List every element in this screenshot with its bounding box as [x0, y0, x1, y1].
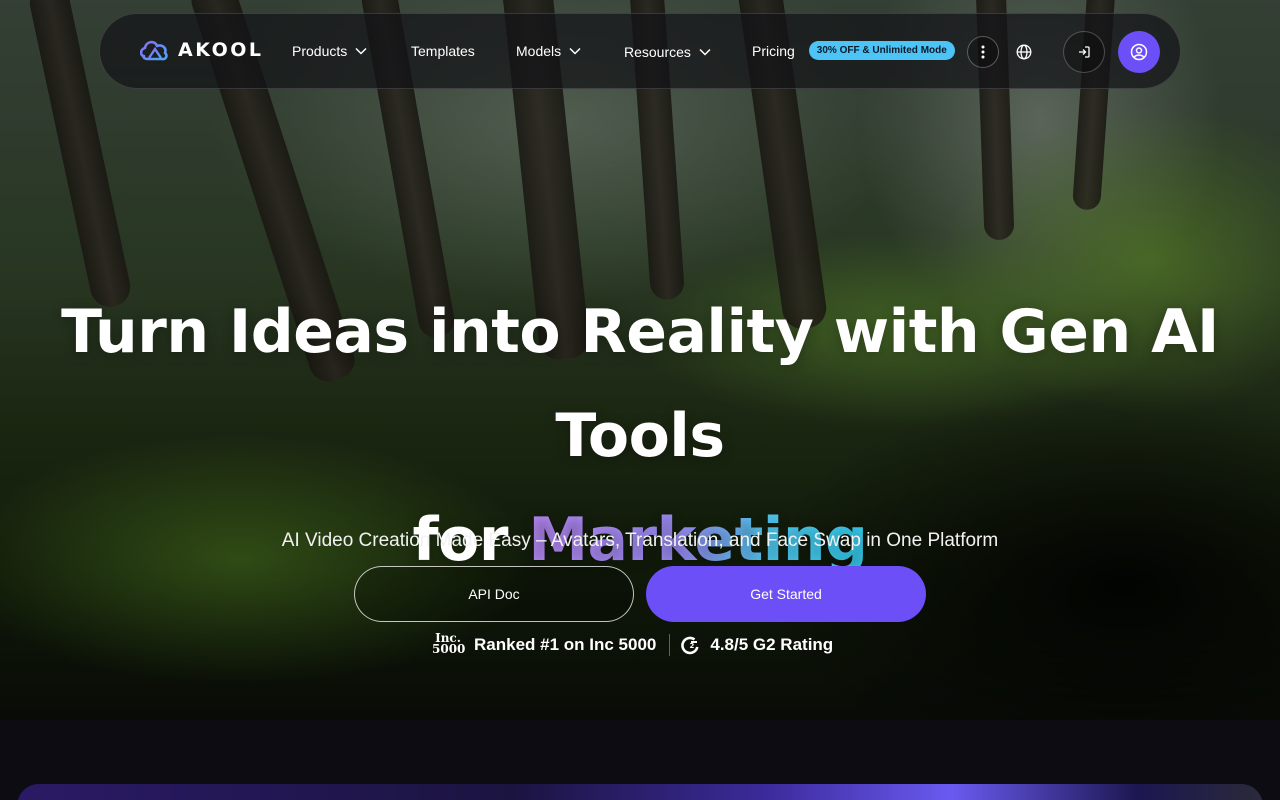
- more-vertical-icon: [981, 45, 985, 59]
- hero-subheading: AI Video Creation Made Easy – Avatars, T…: [281, 530, 999, 551]
- chevron-down-icon: [355, 47, 367, 55]
- nav-products[interactable]: Products: [292, 43, 367, 59]
- chevron-down-icon: [699, 48, 711, 56]
- nav-models-label: Models: [516, 43, 562, 59]
- inc-5000-logo: Inc. 5000: [432, 631, 466, 656]
- globe-icon: [1016, 44, 1032, 60]
- api-doc-button[interactable]: API Doc: [354, 566, 634, 622]
- nav-templates[interactable]: Templates: [411, 43, 475, 59]
- get-started-button[interactable]: Get Started: [646, 566, 926, 622]
- chevron-down-icon: [569, 47, 581, 55]
- nav-models[interactable]: Models: [516, 43, 581, 59]
- proof-divider: [669, 634, 671, 656]
- nav-pricing[interactable]: Pricing 30% OFF & Unlimited Mode: [752, 41, 955, 60]
- product-preview-card: [17, 784, 1263, 800]
- svg-text:2: 2: [690, 642, 695, 650]
- more-options-button[interactable]: [967, 36, 999, 68]
- g2-rating-text: 4.8/5 G2 Rating: [710, 635, 834, 654]
- account-button[interactable]: [1118, 31, 1160, 73]
- nav-templates-label: Templates: [411, 43, 475, 59]
- g2-logo-icon: 2: [681, 636, 699, 655]
- nav-pricing-label: Pricing: [752, 42, 795, 59]
- nav-resources[interactable]: Resources: [624, 44, 711, 60]
- social-proof: Inc. 5000 Ranked #1 on Inc 5000 2 4.8/5 …: [432, 632, 833, 658]
- user-icon: [1130, 43, 1148, 61]
- language-button[interactable]: [1012, 40, 1036, 64]
- login-button[interactable]: [1063, 31, 1105, 73]
- cta-row: API Doc Get Started: [354, 566, 926, 622]
- brand-name: AKOOL: [178, 39, 264, 61]
- nav-products-label: Products: [292, 43, 348, 59]
- nav-resources-label: Resources: [624, 44, 691, 60]
- akool-logo[interactable]: AKOOL: [140, 38, 264, 62]
- headline-line-1: Turn Ideas into Reality with Gen AI Tool…: [61, 297, 1219, 471]
- login-icon: [1079, 46, 1090, 58]
- top-nav: AKOOL Products Templates Models Resource…: [99, 13, 1181, 89]
- inc-ranking-text: Ranked #1 on Inc 5000: [474, 635, 657, 654]
- akool-logo-icon: [140, 40, 168, 61]
- pricing-promo-badge: 30% OFF & Unlimited Mode: [808, 41, 955, 60]
